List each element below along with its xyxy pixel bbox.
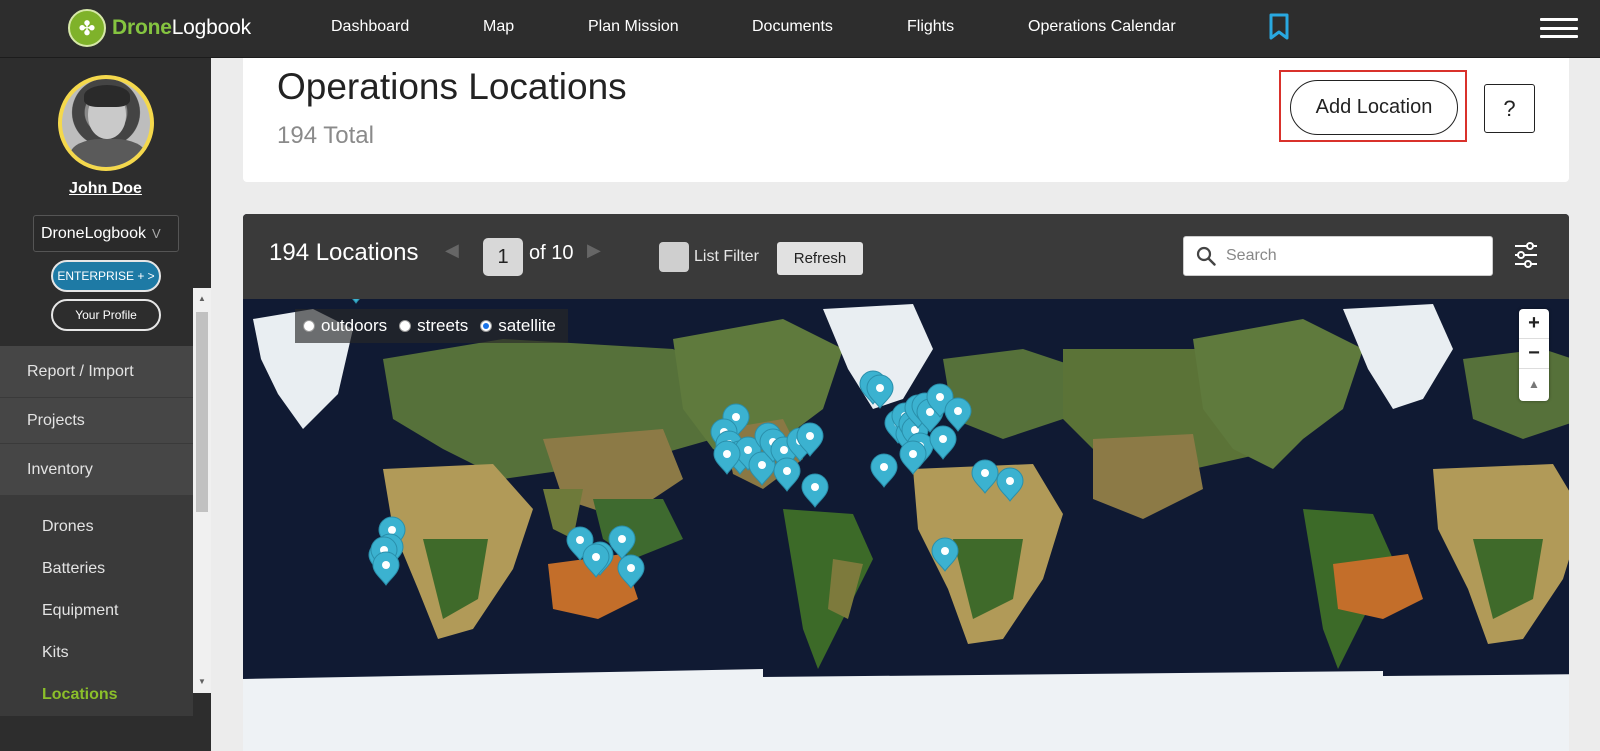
nav-plan-mission[interactable]: Plan Mission xyxy=(588,18,679,36)
layer-streets-label[interactable]: streets xyxy=(417,316,468,336)
sidebar-item-locations[interactable]: Locations xyxy=(0,674,193,716)
sidebar-scrollbar-thumb[interactable] xyxy=(196,312,208,512)
nav-dashboard[interactable]: Dashboard xyxy=(331,18,409,36)
location-marker-icon[interactable] xyxy=(343,299,369,304)
zoom-out-button[interactable]: − xyxy=(1519,339,1549,369)
enterprise-button[interactable]: ENTERPRISE + > xyxy=(51,260,161,292)
help-button[interactable]: ? xyxy=(1484,84,1535,133)
bookmark-icon[interactable] xyxy=(1268,13,1290,41)
map-zoom-controls: + − ▲ xyxy=(1519,309,1549,401)
list-filter-checkbox[interactable] xyxy=(659,242,689,272)
user-name-link[interactable]: John Doe xyxy=(0,180,211,198)
search-box xyxy=(1183,236,1493,276)
list-filter-label: List Filter xyxy=(694,248,759,265)
layer-streets-radio[interactable] xyxy=(399,320,412,332)
next-page-icon[interactable]: ▶ xyxy=(587,240,601,261)
scroll-down-arrow-icon[interactable]: ▼ xyxy=(196,675,208,689)
zoom-in-button[interactable]: + xyxy=(1519,309,1549,339)
nav-map[interactable]: Map xyxy=(483,18,514,36)
sidebar-item-report-import[interactable]: Report / Import xyxy=(0,346,193,398)
sidebar-item-projects[interactable]: Projects xyxy=(0,398,193,444)
hamburger-menu-icon[interactable] xyxy=(1540,18,1578,38)
location-marker-icon[interactable] xyxy=(944,397,972,432)
nav-documents[interactable]: Documents xyxy=(752,18,833,36)
layer-satellite-radio[interactable] xyxy=(480,320,493,332)
layer-outdoors-radio[interactable] xyxy=(303,320,315,332)
inventory-submenu: Drones Batteries Equipment Kits Location… xyxy=(0,496,193,716)
filter-settings-icon[interactable] xyxy=(1513,240,1539,270)
chevron-down-icon: V xyxy=(151,226,161,241)
prev-page-icon[interactable]: ◀ xyxy=(445,240,459,261)
page-title: Operations Locations xyxy=(277,66,627,107)
sidebar-item-drones[interactable]: Drones xyxy=(0,506,193,548)
location-marker-icon[interactable] xyxy=(929,425,957,460)
your-profile-button[interactable]: Your Profile xyxy=(51,299,161,331)
nav-flights[interactable]: Flights xyxy=(907,18,954,36)
top-navbar: ✤ DroneLogbook Dashboard Map Plan Missio… xyxy=(0,0,1600,58)
world-map[interactable]: outdoors streets satellite + − ▲ xyxy=(243,299,1569,751)
brand-name: DroneLogbook xyxy=(112,16,251,39)
scroll-up-arrow-icon[interactable]: ▲ xyxy=(196,292,208,306)
location-marker-icon[interactable] xyxy=(870,453,898,488)
sidebar-item-equipment[interactable]: Equipment xyxy=(0,590,193,632)
total-count: 194 Total xyxy=(277,122,374,149)
layer-outdoors-label[interactable]: outdoors xyxy=(321,316,387,336)
sidebar-item-batteries[interactable]: Batteries xyxy=(0,548,193,590)
organization-select[interactable]: DroneLogbook V xyxy=(33,215,179,252)
map-overlay xyxy=(243,299,1569,751)
sidebar-menu: Report / Import Projects Inventory Drone… xyxy=(0,346,193,751)
sidebar: John Doe DroneLogbook V ENTERPRISE + > Y… xyxy=(0,58,211,751)
app-logo[interactable]: ✤ DroneLogbook xyxy=(68,8,251,48)
reset-north-compass-icon[interactable]: ▲ xyxy=(1519,369,1549,399)
page-header-card: Operations Locations 194 Total Add Locat… xyxy=(243,58,1569,182)
page-total: of 10 xyxy=(529,242,574,264)
nav-operations-calendar[interactable]: Operations Calendar xyxy=(1028,18,1176,36)
locations-count: 194 Locations xyxy=(269,239,419,266)
avatar[interactable] xyxy=(58,75,154,171)
sidebar-item-inventory[interactable]: Inventory xyxy=(0,444,193,496)
layer-satellite-label[interactable]: satellite xyxy=(498,316,556,336)
drone-logo-icon: ✤ xyxy=(68,9,106,47)
map-toolbar: 194 Locations ◀ 1 of 10 ▶ List Filter Re… xyxy=(243,214,1569,299)
locations-map-card: 194 Locations ◀ 1 of 10 ▶ List Filter Re… xyxy=(243,214,1569,751)
search-input[interactable] xyxy=(1226,239,1486,273)
add-location-button[interactable]: Add Location xyxy=(1290,80,1458,135)
page-number-input[interactable]: 1 xyxy=(483,238,523,276)
refresh-button[interactable]: Refresh xyxy=(777,242,863,275)
location-marker-icon[interactable] xyxy=(773,457,801,492)
organization-name: DroneLogbook xyxy=(41,224,146,242)
sidebar-item-kits[interactable]: Kits xyxy=(0,632,193,674)
search-icon xyxy=(1196,246,1216,266)
map-layer-switcher: outdoors streets satellite xyxy=(295,309,568,343)
location-marker-icon[interactable] xyxy=(372,551,400,586)
location-marker-icon[interactable] xyxy=(801,473,829,508)
